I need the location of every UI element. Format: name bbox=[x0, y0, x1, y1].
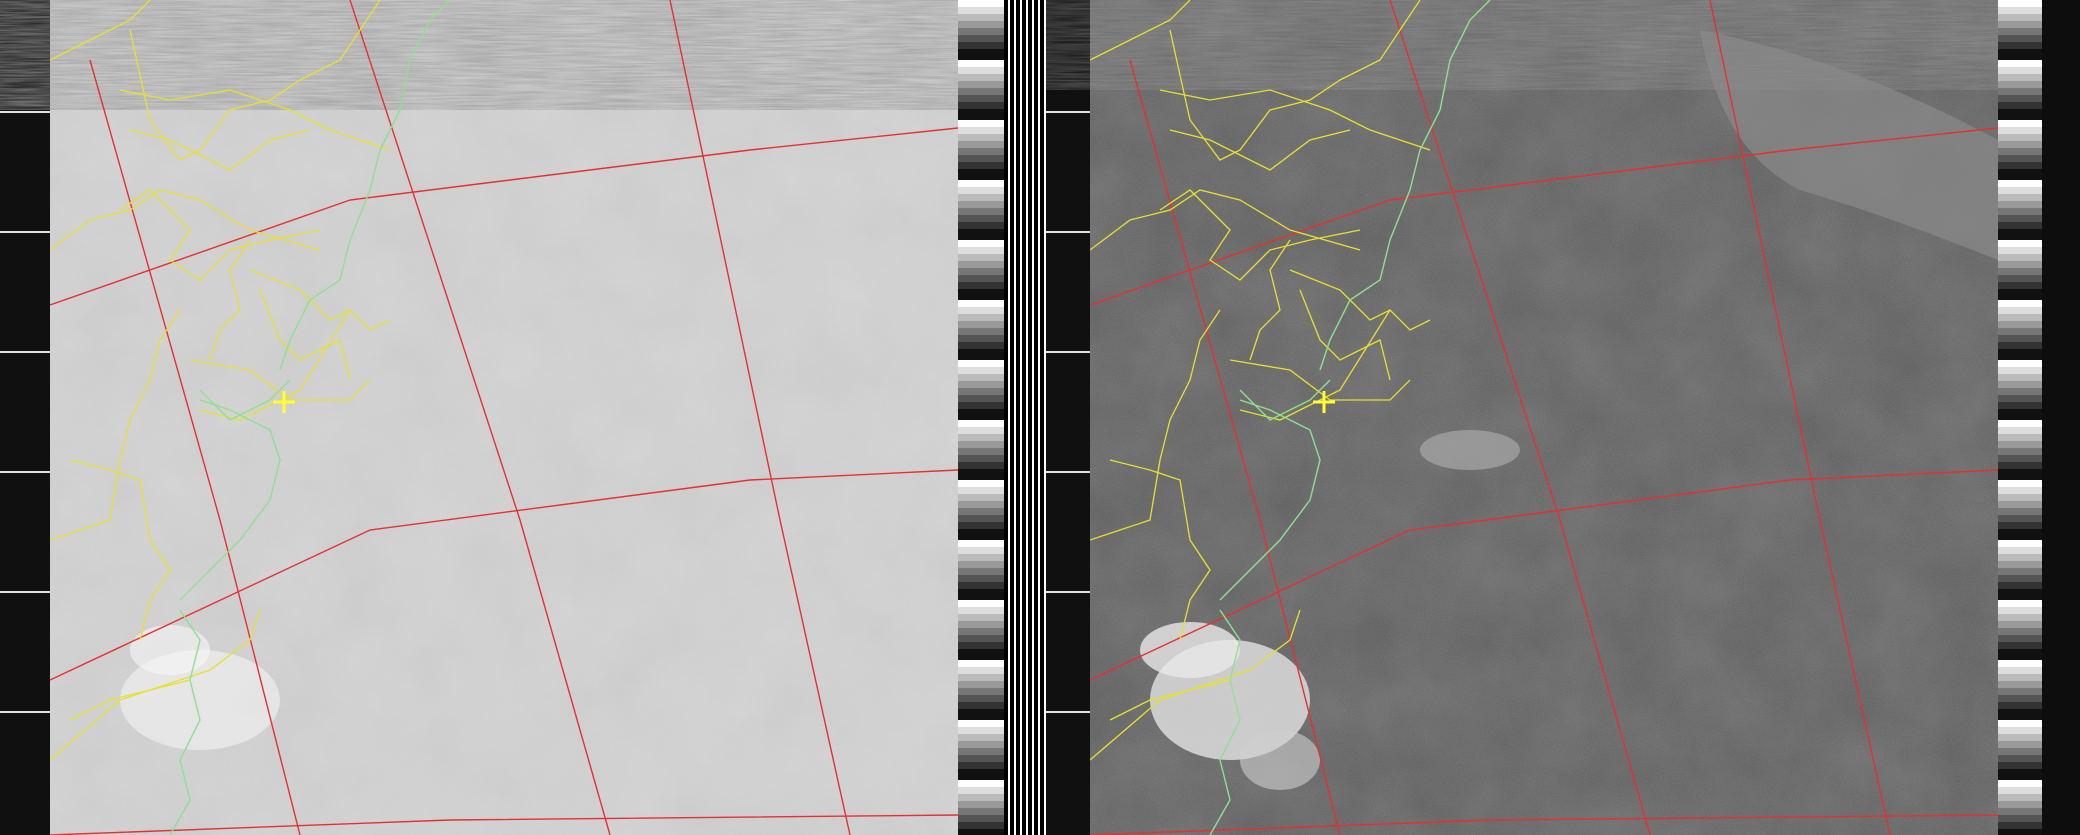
satellite-image bbox=[0, 0, 2080, 835]
channel-b-panel bbox=[1046, 0, 2080, 835]
channel-a-panel bbox=[0, 0, 1046, 835]
telemetry-strip-a bbox=[958, 0, 1004, 835]
sync-bars-a bbox=[1004, 0, 1046, 835]
telemetry-strip-b bbox=[1998, 0, 2042, 835]
